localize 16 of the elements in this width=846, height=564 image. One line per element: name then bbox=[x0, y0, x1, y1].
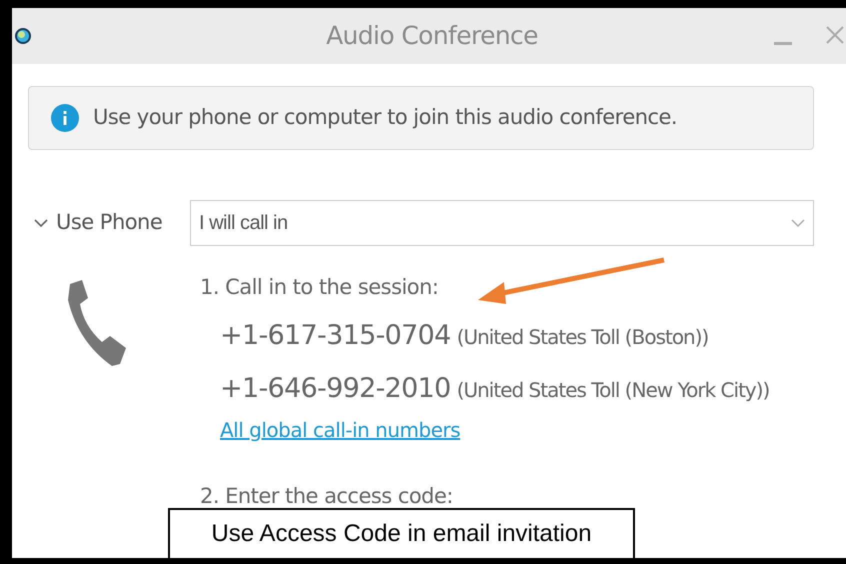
use-phone-toggle[interactable]: Use Phone bbox=[34, 200, 190, 246]
app-logo-icon bbox=[14, 27, 32, 45]
minimize-icon[interactable] bbox=[774, 42, 792, 45]
window-title: Audio Conference bbox=[326, 20, 538, 52]
annotation-callout: Use Access Code in email invitation bbox=[168, 508, 635, 560]
info-icon bbox=[51, 104, 79, 132]
step-heading: 1. Call in to the session: bbox=[200, 274, 438, 301]
step-heading: 2. Enter the access code: bbox=[200, 483, 453, 510]
info-message: Use your phone or computer to join this audio conference. bbox=[93, 104, 678, 132]
close-icon[interactable] bbox=[826, 26, 844, 44]
number-location: (United States Toll (Boston)) bbox=[456, 324, 708, 351]
call-option-dropdown[interactable]: I will call in bbox=[190, 200, 814, 246]
phone-number: +1-617-315-0704 bbox=[220, 319, 451, 353]
phone-number: +1-646-992-2010 bbox=[220, 372, 451, 406]
number-location: (United States Toll (New York City)) bbox=[456, 376, 770, 404]
dropdown-caret-icon bbox=[791, 218, 805, 228]
